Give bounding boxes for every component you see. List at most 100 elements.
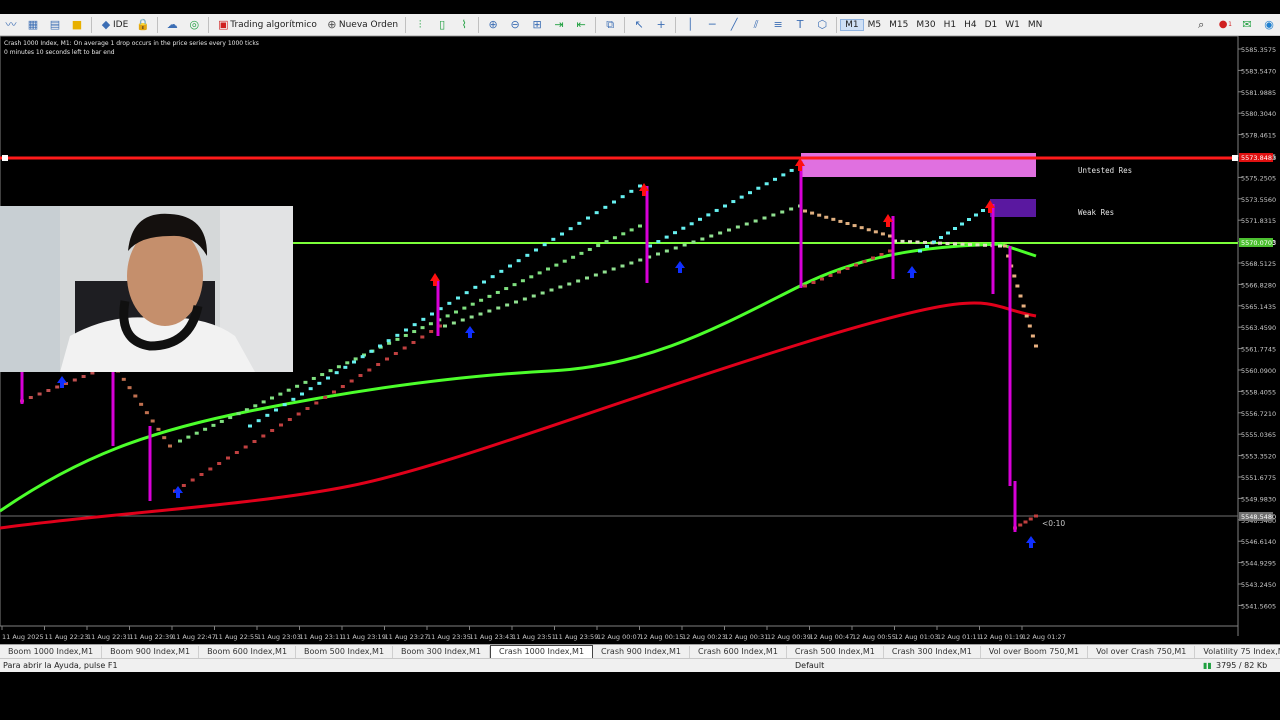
timeframe-w1[interactable]: W1 — [1001, 20, 1024, 30]
price-tick-label: 5544.9295 — [1241, 560, 1276, 568]
timeframe-d1[interactable]: D1 — [981, 20, 1002, 30]
symbol-tab[interactable]: Crash 1000 Index,M1 — [490, 645, 594, 658]
bar-chart-button[interactable]: ⫶ — [410, 16, 430, 34]
symbol-tab[interactable]: Volatility 75 Index,M1 — [1195, 646, 1280, 658]
flat-bricks — [983, 243, 987, 247]
crosshair-tool[interactable]: + — [651, 16, 671, 34]
chat-button[interactable]: ✉ — [1237, 16, 1257, 34]
fibonacci-tool[interactable]: ≡ — [768, 16, 788, 34]
symbol-tab[interactable]: Boom 500 Index,M1 — [296, 645, 394, 658]
green-bricks — [320, 373, 325, 377]
text-tool[interactable]: T — [790, 16, 810, 34]
notifications-button[interactable]: ● 1 — [1213, 16, 1235, 34]
chart-shift-button[interactable]: ⇤ — [571, 16, 591, 34]
symbol-tab[interactable]: Boom 300 Index,M1 — [393, 645, 491, 658]
cyan-bricks — [412, 323, 417, 327]
traffic-text: 3795 / 82 Kb — [1216, 661, 1268, 670]
shapes-tool[interactable]: ⬡ — [812, 16, 832, 34]
search-button[interactable]: ⌕ — [1191, 16, 1211, 34]
chart-area[interactable]: 5585.3575 5583.5470 5581.9885 5580.3040 5578… — [0, 36, 1280, 644]
profiles-button[interactable]: ▤ — [45, 16, 65, 34]
text-icon: T — [796, 17, 804, 31]
cyan-bricks — [464, 291, 469, 295]
ide-icon: ◆ — [101, 17, 111, 31]
price-tick-label: 5541.5605 — [1241, 602, 1276, 610]
red-level-handle — [2, 155, 8, 161]
horizontal-line-tool[interactable]: ─ — [702, 16, 722, 34]
green-bricks — [479, 298, 484, 302]
cyan-bricks — [756, 186, 761, 190]
new-order-button[interactable]: ⊕ Nueva Orden — [322, 16, 401, 34]
green-bricks — [709, 234, 714, 238]
green-bricks — [562, 259, 567, 263]
up-bricks — [411, 341, 416, 344]
green-bricks — [336, 365, 341, 369]
down-bricks — [803, 209, 807, 213]
weak-res-label: Weak Res — [1078, 208, 1114, 217]
ide-button[interactable]: ◆ IDE — [96, 16, 131, 34]
up-bricks — [1034, 514, 1038, 518]
vps-button[interactable]: ☁ — [162, 16, 182, 34]
vertical-line-tool[interactable]: │ — [680, 16, 700, 34]
price-tick-label: 5560.0900 — [1241, 367, 1276, 375]
timeframe-m5[interactable]: M5 — [864, 20, 886, 30]
timeframe-m30[interactable]: M30 — [912, 20, 939, 30]
cyan-bricks — [404, 328, 408, 332]
line-chart-tool[interactable]: 〰 — [1, 16, 21, 34]
symbol-tab[interactable]: Vol over Crash 750,M1 — [1088, 645, 1196, 658]
cyan-bricks — [568, 227, 573, 231]
line-button[interactable]: ⌇ — [454, 16, 474, 34]
autoscroll-button[interactable]: ⇥ — [549, 16, 569, 34]
timeframe-m1[interactable]: M1 — [840, 18, 864, 31]
symbol-tab[interactable]: Crash 500 Index,M1 — [787, 645, 884, 658]
cyan-bricks — [953, 227, 957, 230]
algo-trading-button[interactable]: ▣ Trading algorítmico — [213, 16, 320, 34]
symbol-tab[interactable]: Boom 600 Index,M1 — [199, 645, 297, 658]
down-bricks — [1003, 244, 1007, 248]
timeframe-h1[interactable]: H1 — [940, 20, 961, 30]
cyan-bricks — [981, 209, 985, 212]
symbol-tab[interactable]: Crash 300 Index,M1 — [884, 645, 981, 658]
add-chart-button[interactable]: ▦ — [23, 16, 43, 34]
flat-bricks — [945, 242, 950, 245]
cyan-bricks — [586, 216, 590, 220]
channel-icon: ⫽ — [753, 17, 759, 31]
cyan-bricks — [629, 189, 634, 193]
down-bricks — [127, 386, 132, 390]
trendline-tool[interactable]: ╱ — [724, 16, 744, 34]
candle-chart-button[interactable]: ▯ — [432, 16, 452, 34]
green-bricks — [253, 404, 258, 408]
down-bricks — [810, 211, 815, 215]
market-button[interactable]: ■ — [67, 16, 87, 34]
cyan-bricks — [265, 413, 270, 417]
flat-bricks — [908, 240, 912, 244]
symbol-tab[interactable]: Crash 600 Index,M1 — [690, 645, 787, 658]
symbol-tab[interactable]: Crash 900 Index,M1 — [593, 645, 690, 658]
green-bricks — [540, 291, 545, 295]
signals-button[interactable]: ◎ — [184, 16, 204, 34]
timeframe-mn[interactable]: MN — [1024, 20, 1047, 30]
cyan-bricks — [594, 211, 599, 215]
zoom-out-button[interactable]: ⊖ — [505, 16, 525, 34]
green-bricks — [537, 271, 542, 275]
cyan-bricks — [974, 213, 978, 217]
indicators-button[interactable]: ⧉ — [600, 16, 620, 34]
green-bricks — [727, 228, 731, 232]
community-button[interactable]: ◉ — [1259, 16, 1279, 34]
tile-windows-button[interactable]: ⊞ — [527, 16, 547, 34]
green-bricks — [602, 270, 607, 274]
timeframe-m15[interactable]: M15 — [885, 20, 912, 30]
down-bricks — [55, 385, 60, 389]
zoom-in-button[interactable]: ⊕ — [483, 16, 503, 34]
lock-button[interactable]: 🔒 — [133, 16, 153, 34]
cursor-tool[interactable]: ↖ — [629, 16, 649, 34]
symbol-tab[interactable]: Boom 1000 Index,M1 — [0, 645, 103, 658]
date-tick-label: 11 Aug 23:11 — [300, 633, 344, 641]
channel-tool[interactable]: ⫽ — [746, 16, 766, 34]
symbol-tab[interactable]: Boom 900 Index,M1 — [102, 645, 200, 658]
symbol-tab[interactable]: Vol over Boom 750,M1 — [981, 645, 1089, 658]
green-bricks — [593, 273, 598, 277]
candlestick-icon: ▯ — [439, 17, 446, 31]
timeframe-h4[interactable]: H4 — [960, 20, 981, 30]
buy-arrow — [465, 326, 475, 338]
